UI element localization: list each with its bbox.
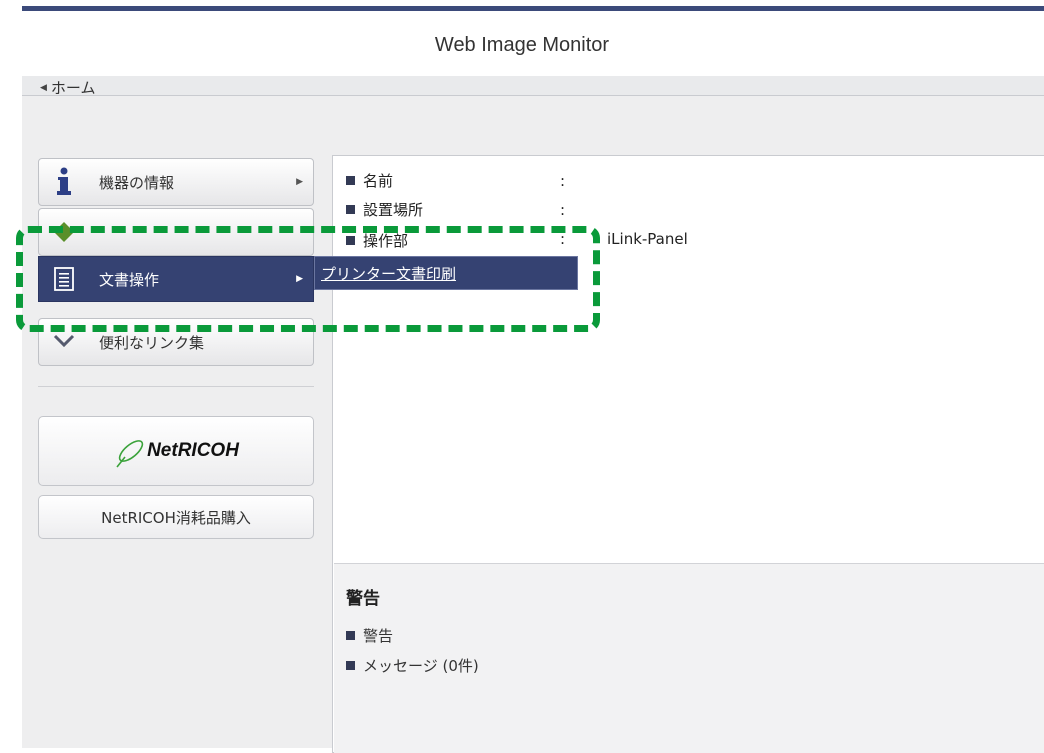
info-icon	[51, 166, 77, 198]
bullet-square-icon	[346, 205, 355, 214]
submenu-item-label: プリンター文書印刷	[321, 264, 457, 283]
status-diamond-icon	[51, 216, 77, 248]
netricoh-supplies-button[interactable]: NetRICOH消耗品購入	[38, 495, 314, 539]
messages-link[interactable]: メッセージ (0件)	[346, 655, 479, 676]
breadcrumb-home-link[interactable]: ホーム	[51, 77, 96, 98]
sidebar-item-useful-links[interactable]: 便利なリンク集	[38, 318, 314, 366]
chevron-right-icon: ▶	[296, 177, 303, 187]
bullet-square-icon	[346, 631, 355, 640]
info-row-label: 操作部	[363, 232, 409, 250]
bullet-square-icon	[346, 236, 355, 245]
bullet-square-icon	[346, 176, 355, 185]
breadcrumb[interactable]: ◀ ホーム	[40, 77, 95, 98]
sidebar-item-label: 便利なリンク集	[99, 333, 205, 352]
warning-link-label: 警告	[363, 627, 394, 645]
warning-link[interactable]: 警告	[346, 625, 393, 646]
top-rule	[22, 6, 1044, 11]
info-row-colon: :	[560, 201, 566, 219]
netricoh-logo-button[interactable]: NetRICOH	[38, 416, 314, 486]
app-title: Web Image Monitor	[434, 34, 610, 56]
info-row-value: iLink-Panel	[607, 230, 688, 248]
chevron-double-icon	[51, 326, 77, 358]
chevron-left-icon: ◀	[40, 82, 47, 93]
info-row-label: 設置場所	[363, 201, 424, 219]
sidebar-divider	[38, 386, 314, 387]
warnings-title: 警告	[346, 589, 380, 609]
sidebar-item-device-info[interactable]: 機器の情報 ▶	[38, 158, 314, 206]
info-row-label: 名前	[363, 172, 394, 190]
document-icon	[51, 263, 77, 295]
breadcrumb-bar	[22, 76, 1044, 96]
info-row-colon: :	[560, 172, 566, 190]
netricoh-swoosh-icon	[116, 440, 144, 468]
info-row-name: 名前	[346, 170, 393, 191]
info-row-colon: :	[560, 230, 566, 248]
sidebar-item-document-operations[interactable]: 文書操作 ▶	[38, 256, 314, 302]
chevron-right-icon: ▶	[296, 274, 303, 284]
info-row-operation-panel: 操作部	[346, 230, 408, 251]
sidebar-item-status[interactable]	[38, 208, 314, 256]
messages-link-label: メッセージ (0件)	[363, 657, 479, 675]
sidebar-item-label: 文書操作	[99, 270, 160, 289]
netricoh-logo-text: NetRICOH	[147, 440, 239, 461]
sidebar-item-label: 機器の情報	[99, 173, 175, 192]
netricoh-supplies-label: NetRICOH消耗品購入	[101, 508, 251, 527]
bullet-square-icon	[346, 661, 355, 670]
submenu-printer-document-print[interactable]: プリンター文書印刷	[314, 256, 578, 290]
info-row-location: 設置場所	[346, 199, 423, 220]
